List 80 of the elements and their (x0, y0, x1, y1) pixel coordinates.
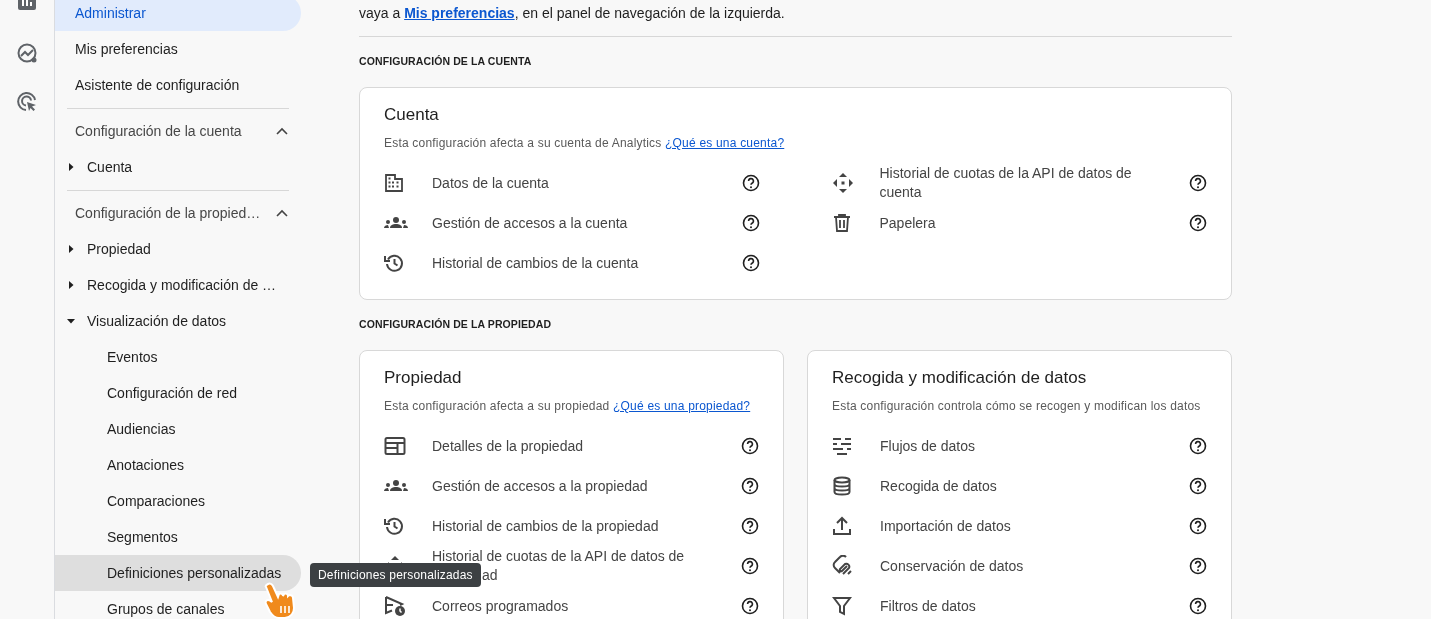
help-icon[interactable] (741, 477, 759, 495)
streams-icon (832, 436, 852, 456)
help-icon[interactable] (741, 557, 759, 575)
help-icon[interactable] (741, 597, 759, 615)
settings-link[interactable]: Gestión de accesos a la propiedad (432, 476, 741, 496)
help-icon[interactable] (1189, 214, 1207, 232)
card-description: Esta configuración afecta a su propiedad ¿Qué es una propiedad? (384, 398, 751, 414)
tree-item[interactable]: Visualización de datos (55, 303, 309, 339)
upload-icon (832, 516, 852, 536)
section-heading: CONFIGURACIÓN DE LA PROPIEDAD (359, 317, 553, 331)
help-link[interactable]: ¿Qué es una cuenta? (665, 136, 785, 150)
section-header[interactable]: Configuración de la cuenta (55, 113, 309, 149)
sidebar-item[interactable]: Grupos de canales (55, 591, 301, 619)
card-description: Esta configuración afecta a su cuenta de Analytics ¿Qué es una cuenta? (384, 135, 785, 151)
help-icon[interactable] (741, 437, 759, 455)
help-icon[interactable] (741, 174, 760, 192)
sidebar-item[interactable]: Eventos (55, 339, 301, 375)
help-icon[interactable] (741, 214, 760, 232)
trash-icon (831, 213, 852, 233)
help-link[interactable]: ¿Qué es una propiedad? (613, 399, 751, 413)
expand-arrow-icon[interactable] (66, 280, 76, 290)
move-arrows-icon (831, 172, 854, 194)
sidebar-item[interactable]: Anotaciones (55, 447, 301, 483)
tree-item[interactable]: Cuenta (55, 149, 309, 185)
sidebar-item[interactable]: Configuración de red (55, 375, 301, 411)
settings-link[interactable]: Historial de cambios de la cuenta (432, 253, 742, 273)
help-icon[interactable] (1189, 597, 1207, 615)
history-icon (384, 253, 404, 273)
tooltip: Definiciones personalizadas (310, 563, 481, 587)
paperclip-icon (832, 555, 854, 577)
intro-text: vaya a Mis preferencias, en el panel de navegación de la izquierda. (359, 4, 786, 23)
chevron-icon[interactable] (275, 125, 289, 137)
section-header[interactable]: Configuración de la propied… (55, 195, 309, 231)
expand-arrow-icon[interactable] (66, 162, 76, 172)
help-icon[interactable] (1189, 477, 1207, 495)
sidebar-item[interactable]: Audiencias (55, 411, 301, 447)
browser-window-icon (384, 436, 406, 456)
sidebar-item[interactable]: Comparaciones (55, 483, 301, 519)
settings-link[interactable]: Recogida de datos (880, 476, 1189, 496)
sidebar-item[interactable]: Definiciones personalizadas (55, 555, 301, 591)
settings-link[interactable]: Datos de la cuenta (432, 173, 742, 193)
sidebar-item[interactable]: Administrar (55, 0, 301, 31)
settings-link[interactable]: Gestión de accesos a la cuenta (432, 213, 742, 233)
card-title: Recogida y modificación de datos (832, 368, 1087, 388)
sidebar-item[interactable]: Mis preferencias (55, 31, 301, 67)
card-title: Cuenta (384, 105, 439, 125)
expand-arrow-icon[interactable] (66, 316, 76, 326)
settings-link[interactable]: Historial de cuotas de la API de datos de cuenta (879, 164, 1189, 202)
filter-icon (832, 596, 852, 616)
sidebar-item[interactable]: Asistente de configuración (55, 67, 301, 103)
history-icon (384, 516, 404, 536)
trend-icon[interactable] (16, 42, 38, 64)
target-cursor-icon[interactable] (16, 91, 38, 113)
help-icon[interactable] (1189, 557, 1207, 575)
expand-arrow-icon[interactable] (66, 244, 76, 254)
help-icon[interactable] (741, 517, 759, 535)
help-icon[interactable] (1189, 174, 1207, 192)
settings-link[interactable]: Conservación de datos (880, 556, 1189, 576)
settings-link[interactable]: Historial de cambios de la propiedad (432, 516, 741, 536)
chevron-icon[interactable] (275, 207, 289, 219)
card-description: Esta configuración controla cómo se recogen y modifican los datos (832, 398, 1201, 414)
building-icon (384, 173, 404, 193)
tree-item[interactable]: Recogida y modificación de … (55, 267, 309, 303)
help-icon[interactable] (741, 254, 760, 272)
sidebar-item[interactable]: Segmentos (55, 519, 301, 555)
database-icon (832, 476, 852, 496)
help-icon[interactable] (1189, 437, 1207, 455)
settings-link[interactable]: Historial de cuotas de la API de datos de (432, 547, 721, 566)
hand-cursor-icon (262, 582, 298, 619)
section-heading: CONFIGURACIÓN DE LA CUENTA (359, 54, 533, 68)
preferences-link[interactable]: Mis preferencias (404, 5, 515, 21)
settings-link[interactable]: Correos programados (432, 596, 741, 616)
settings-link[interactable]: Detalles de la propiedad (432, 436, 741, 456)
settings-link[interactable]: Importación de datos (880, 516, 1189, 536)
card-title: Propiedad (384, 368, 462, 388)
help-icon[interactable] (1189, 517, 1207, 535)
settings-link[interactable]: Papelera (879, 213, 1189, 233)
tree-item[interactable]: Propiedad (55, 231, 309, 267)
settings-link[interactable]: Filtros de datos (880, 596, 1189, 616)
settings-link[interactable]: Flujos de datos (880, 436, 1189, 456)
